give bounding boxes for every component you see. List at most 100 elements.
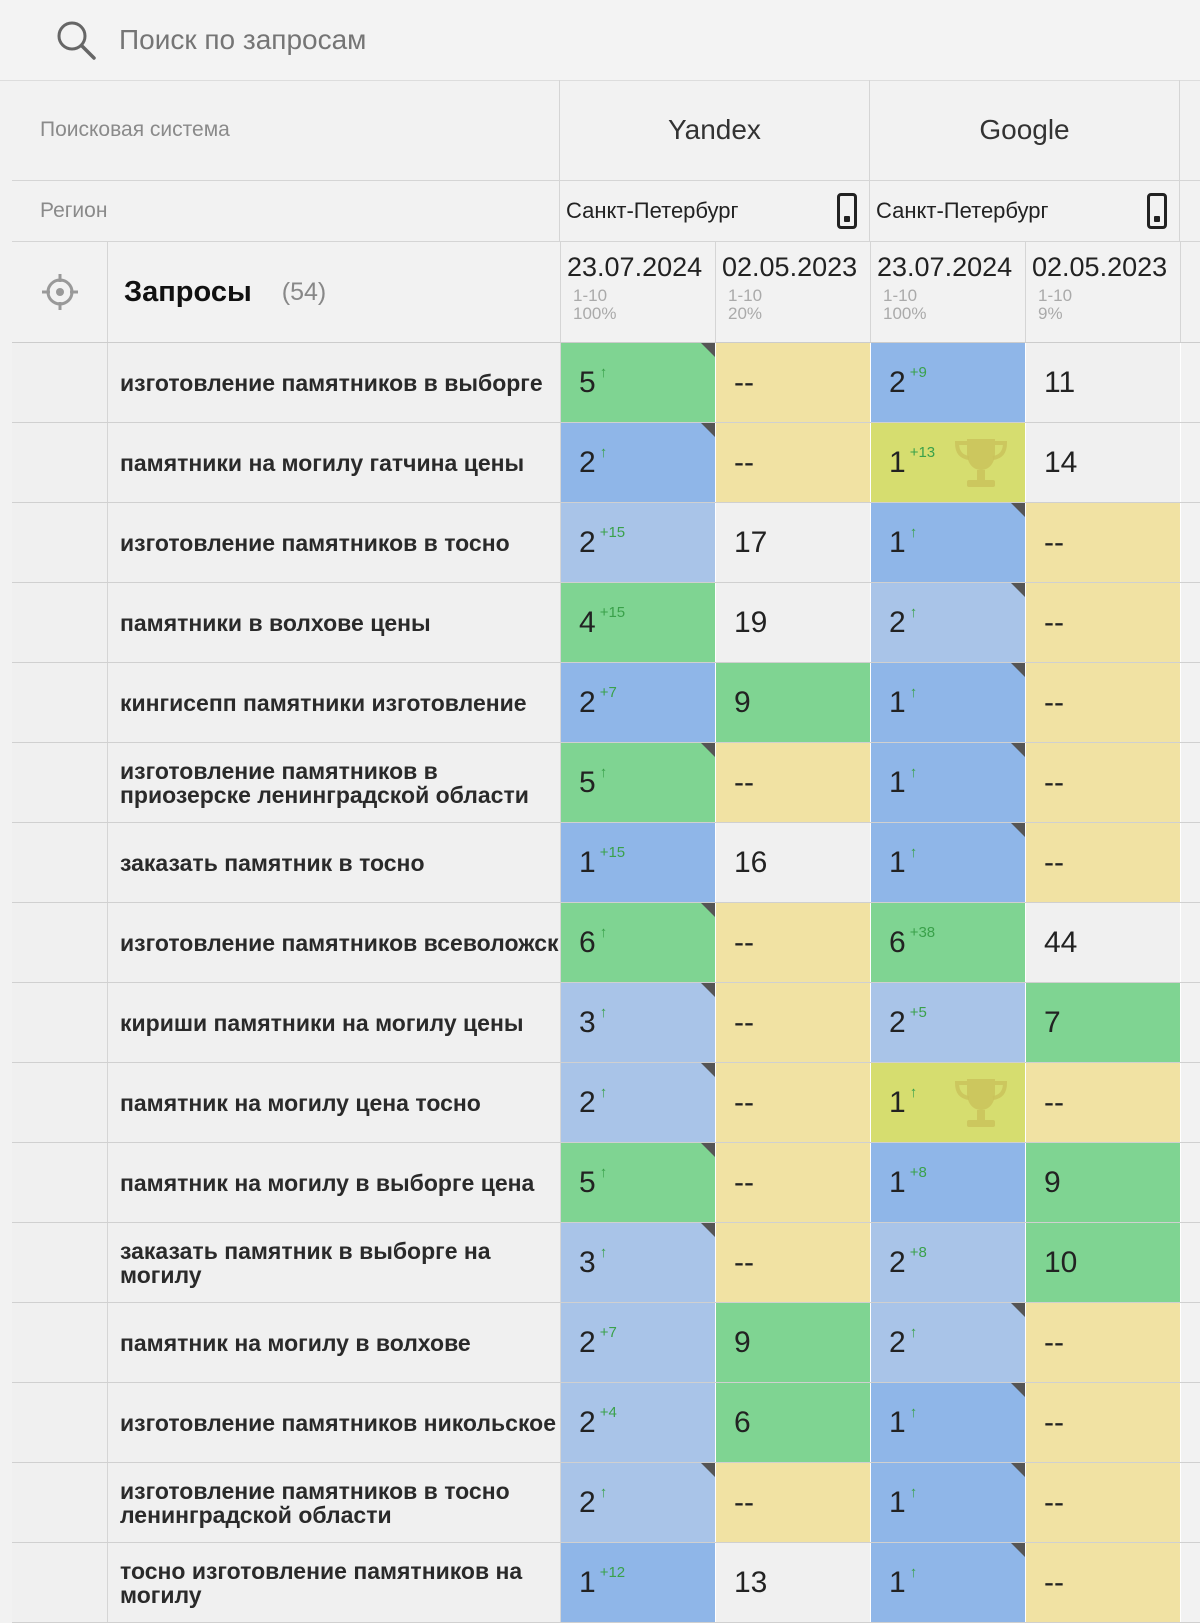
position-cell[interactable]: 1 ↑ <box>871 1543 1026 1622</box>
row-selector[interactable] <box>12 1143 108 1222</box>
query-text[interactable]: изготовление памятников в выборге <box>108 343 561 422</box>
position-cell[interactable]: 2 +15 <box>561 503 716 582</box>
position-cell[interactable]: 2 ↑ <box>871 1303 1026 1382</box>
position-cell[interactable]: 2 ↑ <box>561 1063 716 1142</box>
position-cell[interactable]: 13 <box>716 1543 871 1622</box>
date-column-header[interactable]: 23.07.2024 1-10 100% <box>871 242 1026 342</box>
row-selector[interactable] <box>12 1463 108 1542</box>
position-cell[interactable]: -- <box>716 903 871 982</box>
position-cell[interactable]: 2 +9 <box>871 343 1026 422</box>
position-cell[interactable]: 1 ↑ <box>871 1383 1026 1462</box>
query-text[interactable]: кириши памятники на могилу цены <box>108 983 561 1062</box>
position-cell[interactable]: 2 +8 <box>871 1223 1026 1302</box>
query-text[interactable]: заказать памятник в тосно <box>108 823 561 902</box>
query-text[interactable]: изготовление памятников в приозерске лен… <box>108 743 561 822</box>
position-cell[interactable]: 2 ↑ <box>871 583 1026 662</box>
query-text[interactable]: памятник на могилу в волхове <box>108 1303 561 1382</box>
position-cell[interactable]: 1 ↑ <box>871 663 1026 742</box>
position-cell[interactable]: -- <box>1026 1303 1181 1382</box>
target-icon[interactable] <box>12 242 108 342</box>
queries-title[interactable]: Запросы (54) <box>108 242 561 342</box>
position-cell[interactable]: 2 +4 <box>561 1383 716 1462</box>
position-cell[interactable]: -- <box>716 343 871 422</box>
region-yandex[interactable]: Санкт-Петербург <box>560 181 870 241</box>
query-text[interactable]: тосно изготовление памятников на могилу <box>108 1543 561 1622</box>
position-cell[interactable]: 6 +38 <box>871 903 1026 982</box>
position-cell[interactable]: -- <box>716 983 871 1062</box>
row-selector[interactable] <box>12 983 108 1062</box>
row-selector[interactable] <box>12 1383 108 1462</box>
position-cell[interactable]: 2 ↑ <box>561 1463 716 1542</box>
position-cell[interactable]: 1 +15 <box>561 823 716 902</box>
search-input[interactable] <box>117 23 721 57</box>
search-icon[interactable] <box>55 19 97 61</box>
row-selector[interactable] <box>12 903 108 982</box>
row-selector[interactable] <box>12 583 108 662</box>
position-cell[interactable]: 1 ↑ <box>871 1463 1026 1542</box>
date-column-header[interactable]: 02.05.2023 1-10 20% <box>716 242 871 342</box>
row-selector[interactable] <box>12 343 108 422</box>
position-cell[interactable]: 2 ↑ <box>561 423 716 502</box>
date-column-header[interactable]: 02.05.2023 1-10 9% <box>1026 242 1181 342</box>
position-cell[interactable]: -- <box>1026 583 1181 662</box>
row-selector[interactable] <box>12 423 108 502</box>
position-cell[interactable]: -- <box>716 1063 871 1142</box>
position-cell[interactable]: 9 <box>716 1303 871 1382</box>
position-cell[interactable]: 1 ↑ <box>871 1063 1026 1142</box>
query-text[interactable]: кингисепп памятники изготовление <box>108 663 561 742</box>
row-selector[interactable] <box>12 743 108 822</box>
position-cell[interactable]: 44 <box>1026 903 1181 982</box>
position-cell[interactable]: 6 ↑ <box>561 903 716 982</box>
position-cell[interactable]: -- <box>716 1143 871 1222</box>
position-cell[interactable]: -- <box>716 423 871 502</box>
position-cell[interactable]: -- <box>1026 1063 1181 1142</box>
query-text[interactable]: изготовление памятников никольское <box>108 1383 561 1462</box>
position-cell[interactable]: 3 ↑ <box>561 1223 716 1302</box>
position-cell[interactable]: 1 +12 <box>561 1543 716 1622</box>
row-selector[interactable] <box>12 823 108 902</box>
query-text[interactable]: изготовление памятников в тосно ленингра… <box>108 1463 561 1542</box>
position-cell[interactable]: 3 ↑ <box>561 983 716 1062</box>
position-cell[interactable]: -- <box>1026 1463 1181 1542</box>
position-cell[interactable]: -- <box>1026 823 1181 902</box>
query-text[interactable]: памятник на могилу цена тосно <box>108 1063 561 1142</box>
position-cell[interactable]: 10 <box>1026 1223 1181 1302</box>
position-cell[interactable]: 7 <box>1026 983 1181 1062</box>
position-cell[interactable]: -- <box>1026 503 1181 582</box>
position-cell[interactable]: 14 <box>1026 423 1181 502</box>
position-cell[interactable]: 6 <box>716 1383 871 1462</box>
position-cell[interactable]: 9 <box>1026 1143 1181 1222</box>
position-cell[interactable]: 2 +5 <box>871 983 1026 1062</box>
position-cell[interactable]: -- <box>1026 1383 1181 1462</box>
position-cell[interactable]: -- <box>716 1223 871 1302</box>
position-cell[interactable]: -- <box>1026 1543 1181 1622</box>
query-text[interactable]: памятники в волхове цены <box>108 583 561 662</box>
position-cell[interactable]: 16 <box>716 823 871 902</box>
query-text[interactable]: памятники на могилу гатчина цены <box>108 423 561 502</box>
row-selector[interactable] <box>12 663 108 742</box>
query-text[interactable]: изготовление памятников всеволожск <box>108 903 561 982</box>
region-google[interactable]: Санкт-Петербург <box>870 181 1180 241</box>
position-cell[interactable]: 5 ↑ <box>561 743 716 822</box>
position-cell[interactable]: 9 <box>716 663 871 742</box>
query-text[interactable]: памятник на могилу в выборге цена <box>108 1143 561 1222</box>
position-cell[interactable]: 2 +7 <box>561 1303 716 1382</box>
row-selector[interactable] <box>12 1543 108 1622</box>
query-text[interactable]: изготовление памятников в тосно <box>108 503 561 582</box>
position-cell[interactable]: -- <box>1026 743 1181 822</box>
position-cell[interactable]: 2 +7 <box>561 663 716 742</box>
position-cell[interactable]: 1 ↑ <box>871 743 1026 822</box>
row-selector[interactable] <box>12 1063 108 1142</box>
position-cell[interactable]: 1 +8 <box>871 1143 1026 1222</box>
position-cell[interactable]: 1 ↑ <box>871 823 1026 902</box>
position-cell[interactable]: 17 <box>716 503 871 582</box>
date-column-header[interactable]: 23.07.2024 1-10 100% <box>561 242 716 342</box>
position-cell[interactable]: -- <box>716 1463 871 1542</box>
position-cell[interactable]: 1 ↑ <box>871 503 1026 582</box>
position-cell[interactable]: 4 +15 <box>561 583 716 662</box>
row-selector[interactable] <box>12 503 108 582</box>
position-cell[interactable]: 5 ↑ <box>561 343 716 422</box>
position-cell[interactable]: 1 +13 <box>871 423 1026 502</box>
position-cell[interactable]: -- <box>1026 663 1181 742</box>
query-text[interactable]: заказать памятник в выборге на могилу <box>108 1223 561 1302</box>
